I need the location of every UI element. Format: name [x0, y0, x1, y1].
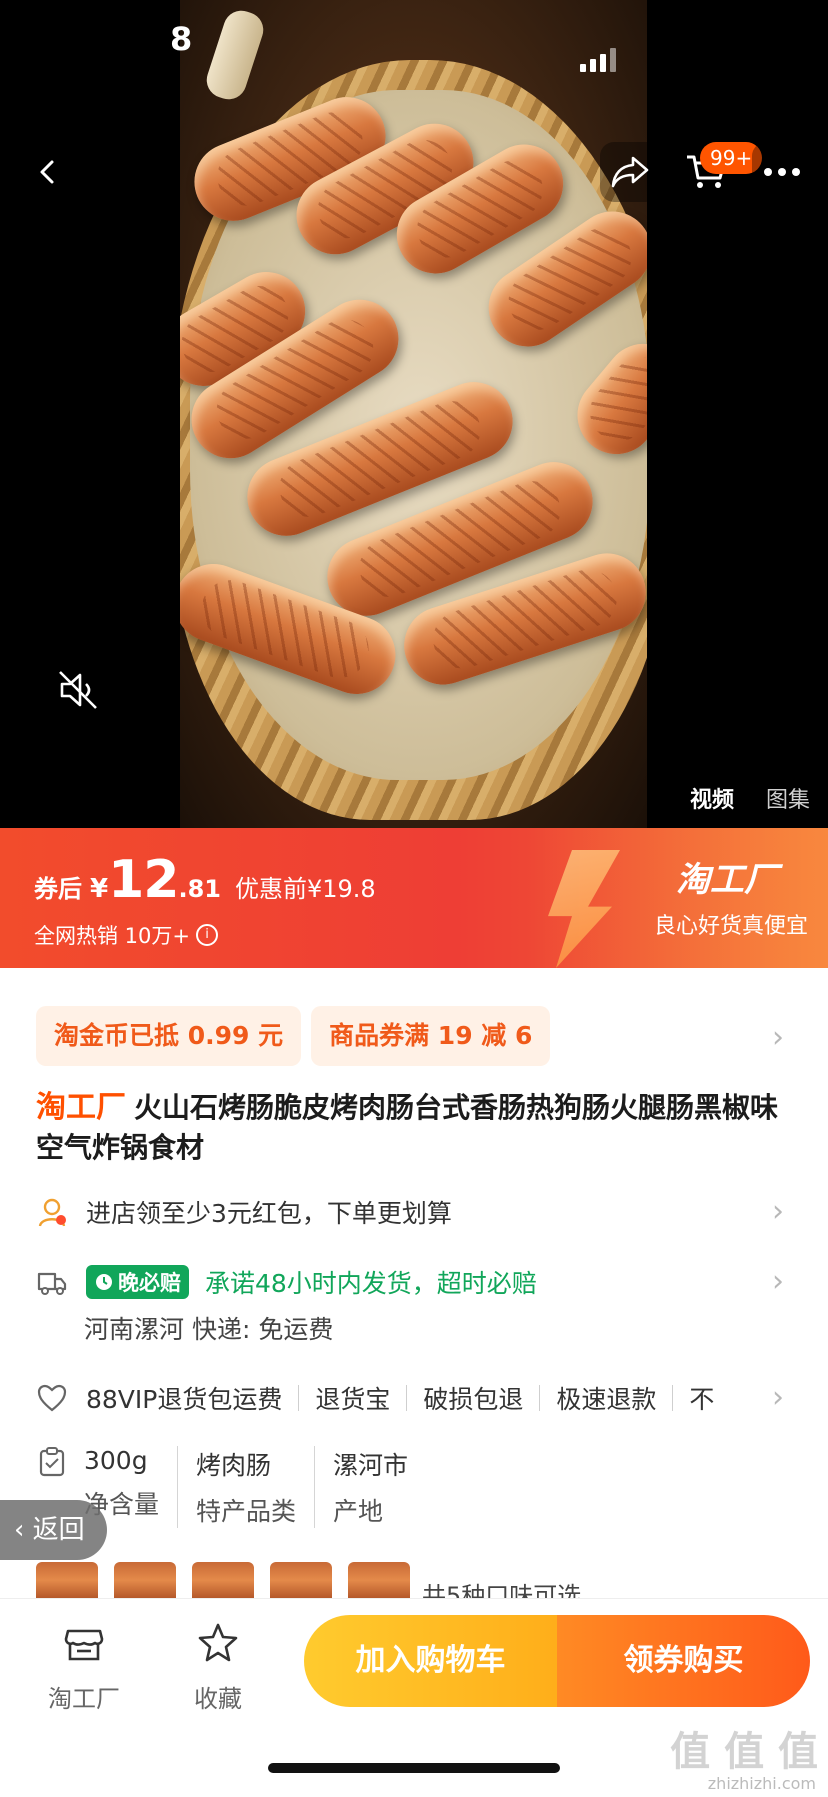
variant-thumbnail[interactable]: [348, 1562, 410, 1598]
brand-banner-subtitle: 良心好货真便宜: [653, 914, 808, 939]
currency-symbol: ¥: [90, 874, 109, 904]
utensil: [202, 6, 268, 104]
chevron-right-icon[interactable]: ›: [772, 1264, 784, 1299]
price-bar: 券后 ¥ 12 .81 优惠前¥19.8 全网热销 10万+ i 淘工厂 良心好…: [0, 828, 828, 968]
shop-bonus-text: 进店领至少3元红包，下单更划算: [86, 1199, 452, 1228]
product-details: 淘金币已抵 0.99 元 商品券满 19 减 6 › 淘工厂 火山石烤肠脆皮烤肉肠…: [0, 968, 828, 1598]
shipping-row[interactable]: 晚必赔 承诺48小时内发货，超时必赔: [36, 1264, 537, 1300]
spec-item: 烤肉肠 特产品类: [196, 1446, 316, 1528]
home-indicator: [268, 1763, 560, 1773]
back-button[interactable]: [18, 142, 78, 202]
price-decimal: .81: [178, 875, 221, 903]
heart-shield-icon: [37, 1384, 67, 1412]
service-item: 极速退款: [556, 1385, 657, 1414]
variant-thumbnail[interactable]: [114, 1562, 176, 1598]
watermark: 值 值 值: [670, 1729, 818, 1775]
add-to-cart-button[interactable]: 加入购物车: [304, 1615, 557, 1707]
tab-video[interactable]: 视频: [690, 782, 734, 814]
watermark-url: zhizhizhi.com: [707, 1774, 816, 1793]
cta-group: 加入购物车 领券购买: [304, 1615, 810, 1707]
divider: [672, 1385, 674, 1411]
shop-nav-label: 淘工厂: [48, 1685, 120, 1713]
shop-bonus-row[interactable]: 进店领至少3元红包，下单更划算: [36, 1194, 452, 1230]
service-item: 退货宝: [315, 1385, 391, 1414]
product-media[interactable]: 8 99+ 视频 图集: [0, 0, 828, 828]
signal-icon: [580, 48, 616, 72]
spec-key: 特产品类: [196, 1497, 297, 1526]
price-integer: 12: [108, 850, 179, 910]
shipping-location: 河南漯河 快递: 免运费: [84, 1315, 334, 1344]
spec-value: 漯河市: [333, 1451, 409, 1480]
variant-thumbnail[interactable]: [192, 1562, 254, 1598]
favorite-button[interactable]: 收藏: [168, 1621, 268, 1714]
product-title-text: 火山石烤肠脆皮烤肉肠台式香肠热狗肠火腿肠黑椒味空气炸锅食材: [36, 1091, 779, 1164]
spec-key: 产地: [333, 1497, 384, 1526]
more-button[interactable]: [752, 142, 812, 202]
media-tabs: 视频 图集: [690, 782, 810, 814]
divider: [539, 1385, 541, 1411]
variant-thumbnail[interactable]: [270, 1562, 332, 1598]
user-coupon-icon: [38, 1198, 66, 1227]
badge-label: 晚必赔: [118, 1271, 181, 1295]
original-price: 优惠前¥19.8: [234, 875, 376, 903]
divider: [298, 1385, 300, 1411]
spec-value: 烤肉肠: [196, 1451, 272, 1480]
chevron-right-icon[interactable]: ›: [772, 1020, 784, 1055]
store-icon: [64, 1629, 104, 1661]
chevron-left-icon: [40, 160, 54, 184]
clock-icon: [96, 1274, 112, 1290]
more-dots-icon: [764, 168, 800, 176]
status-time: 8: [170, 20, 193, 58]
return-button[interactable]: ‹ 返回: [0, 1500, 107, 1560]
chevron-right-icon[interactable]: ›: [772, 1380, 784, 1415]
variant-thumbnails[interactable]: [36, 1562, 410, 1598]
shipping-promise: 承诺48小时内发货，超时必赔: [205, 1269, 537, 1298]
spec-value: 300g: [84, 1446, 148, 1475]
tab-gallery[interactable]: 图集: [766, 782, 810, 814]
bottom-action-bar: 淘工厂 收藏 加入购物车 领券购买 值 值 值 zhizhizhi.com: [0, 1598, 828, 1797]
service-item: 88VIP退货包运费: [86, 1385, 283, 1414]
coupon-price-label: 券后: [34, 875, 82, 903]
chevron-right-icon[interactable]: ›: [772, 1194, 784, 1229]
star-icon: [198, 1623, 238, 1662]
clipboard-icon: [39, 1447, 65, 1477]
promo-tag[interactable]: 淘金币已抵 0.99 元: [36, 1006, 302, 1066]
late-compensation-badge: 晚必赔: [86, 1265, 189, 1299]
variant-thumbnail[interactable]: [36, 1562, 98, 1598]
info-icon[interactable]: i: [196, 924, 218, 946]
favorite-label: 收藏: [194, 1685, 242, 1713]
coupon-buy-button[interactable]: 领券购买: [557, 1615, 810, 1707]
sales-count: 全网热销 10万+: [34, 924, 190, 948]
service-item: 不: [689, 1385, 715, 1414]
promo-tag[interactable]: 商品券满 19 减 6: [311, 1006, 551, 1066]
services-row[interactable]: 88VIP退货包运费 退货宝 破损包退 极速退款 不: [36, 1380, 714, 1416]
spec-item: 漯河市 产地: [333, 1446, 426, 1528]
service-item: 破损包退: [423, 1385, 524, 1414]
product-photo: [180, 0, 647, 828]
truck-icon: [37, 1272, 67, 1295]
share-icon: [611, 156, 649, 188]
divider: [406, 1385, 408, 1411]
product-specs[interactable]: 300g 净含量 烤肉肠 特产品类 漯河市 产地: [84, 1446, 444, 1528]
brand-banner-title: 淘工厂: [676, 860, 778, 900]
promo-tags[interactable]: 淘金币已抵 0.99 元 商品券满 19 减 6: [36, 1006, 551, 1066]
chevron-left-icon: ‹: [14, 1515, 33, 1545]
mute-icon[interactable]: [56, 668, 100, 712]
product-title: 淘工厂 火山石烤肠脆皮烤肉肠台式香肠热狗肠火腿肠黑椒味空气炸锅食材: [36, 1088, 796, 1168]
shop-nav-button[interactable]: 淘工厂: [34, 1621, 134, 1714]
share-button[interactable]: [600, 142, 660, 202]
return-label: 返回: [32, 1515, 85, 1545]
brand-tag: 淘工厂: [36, 1090, 126, 1125]
